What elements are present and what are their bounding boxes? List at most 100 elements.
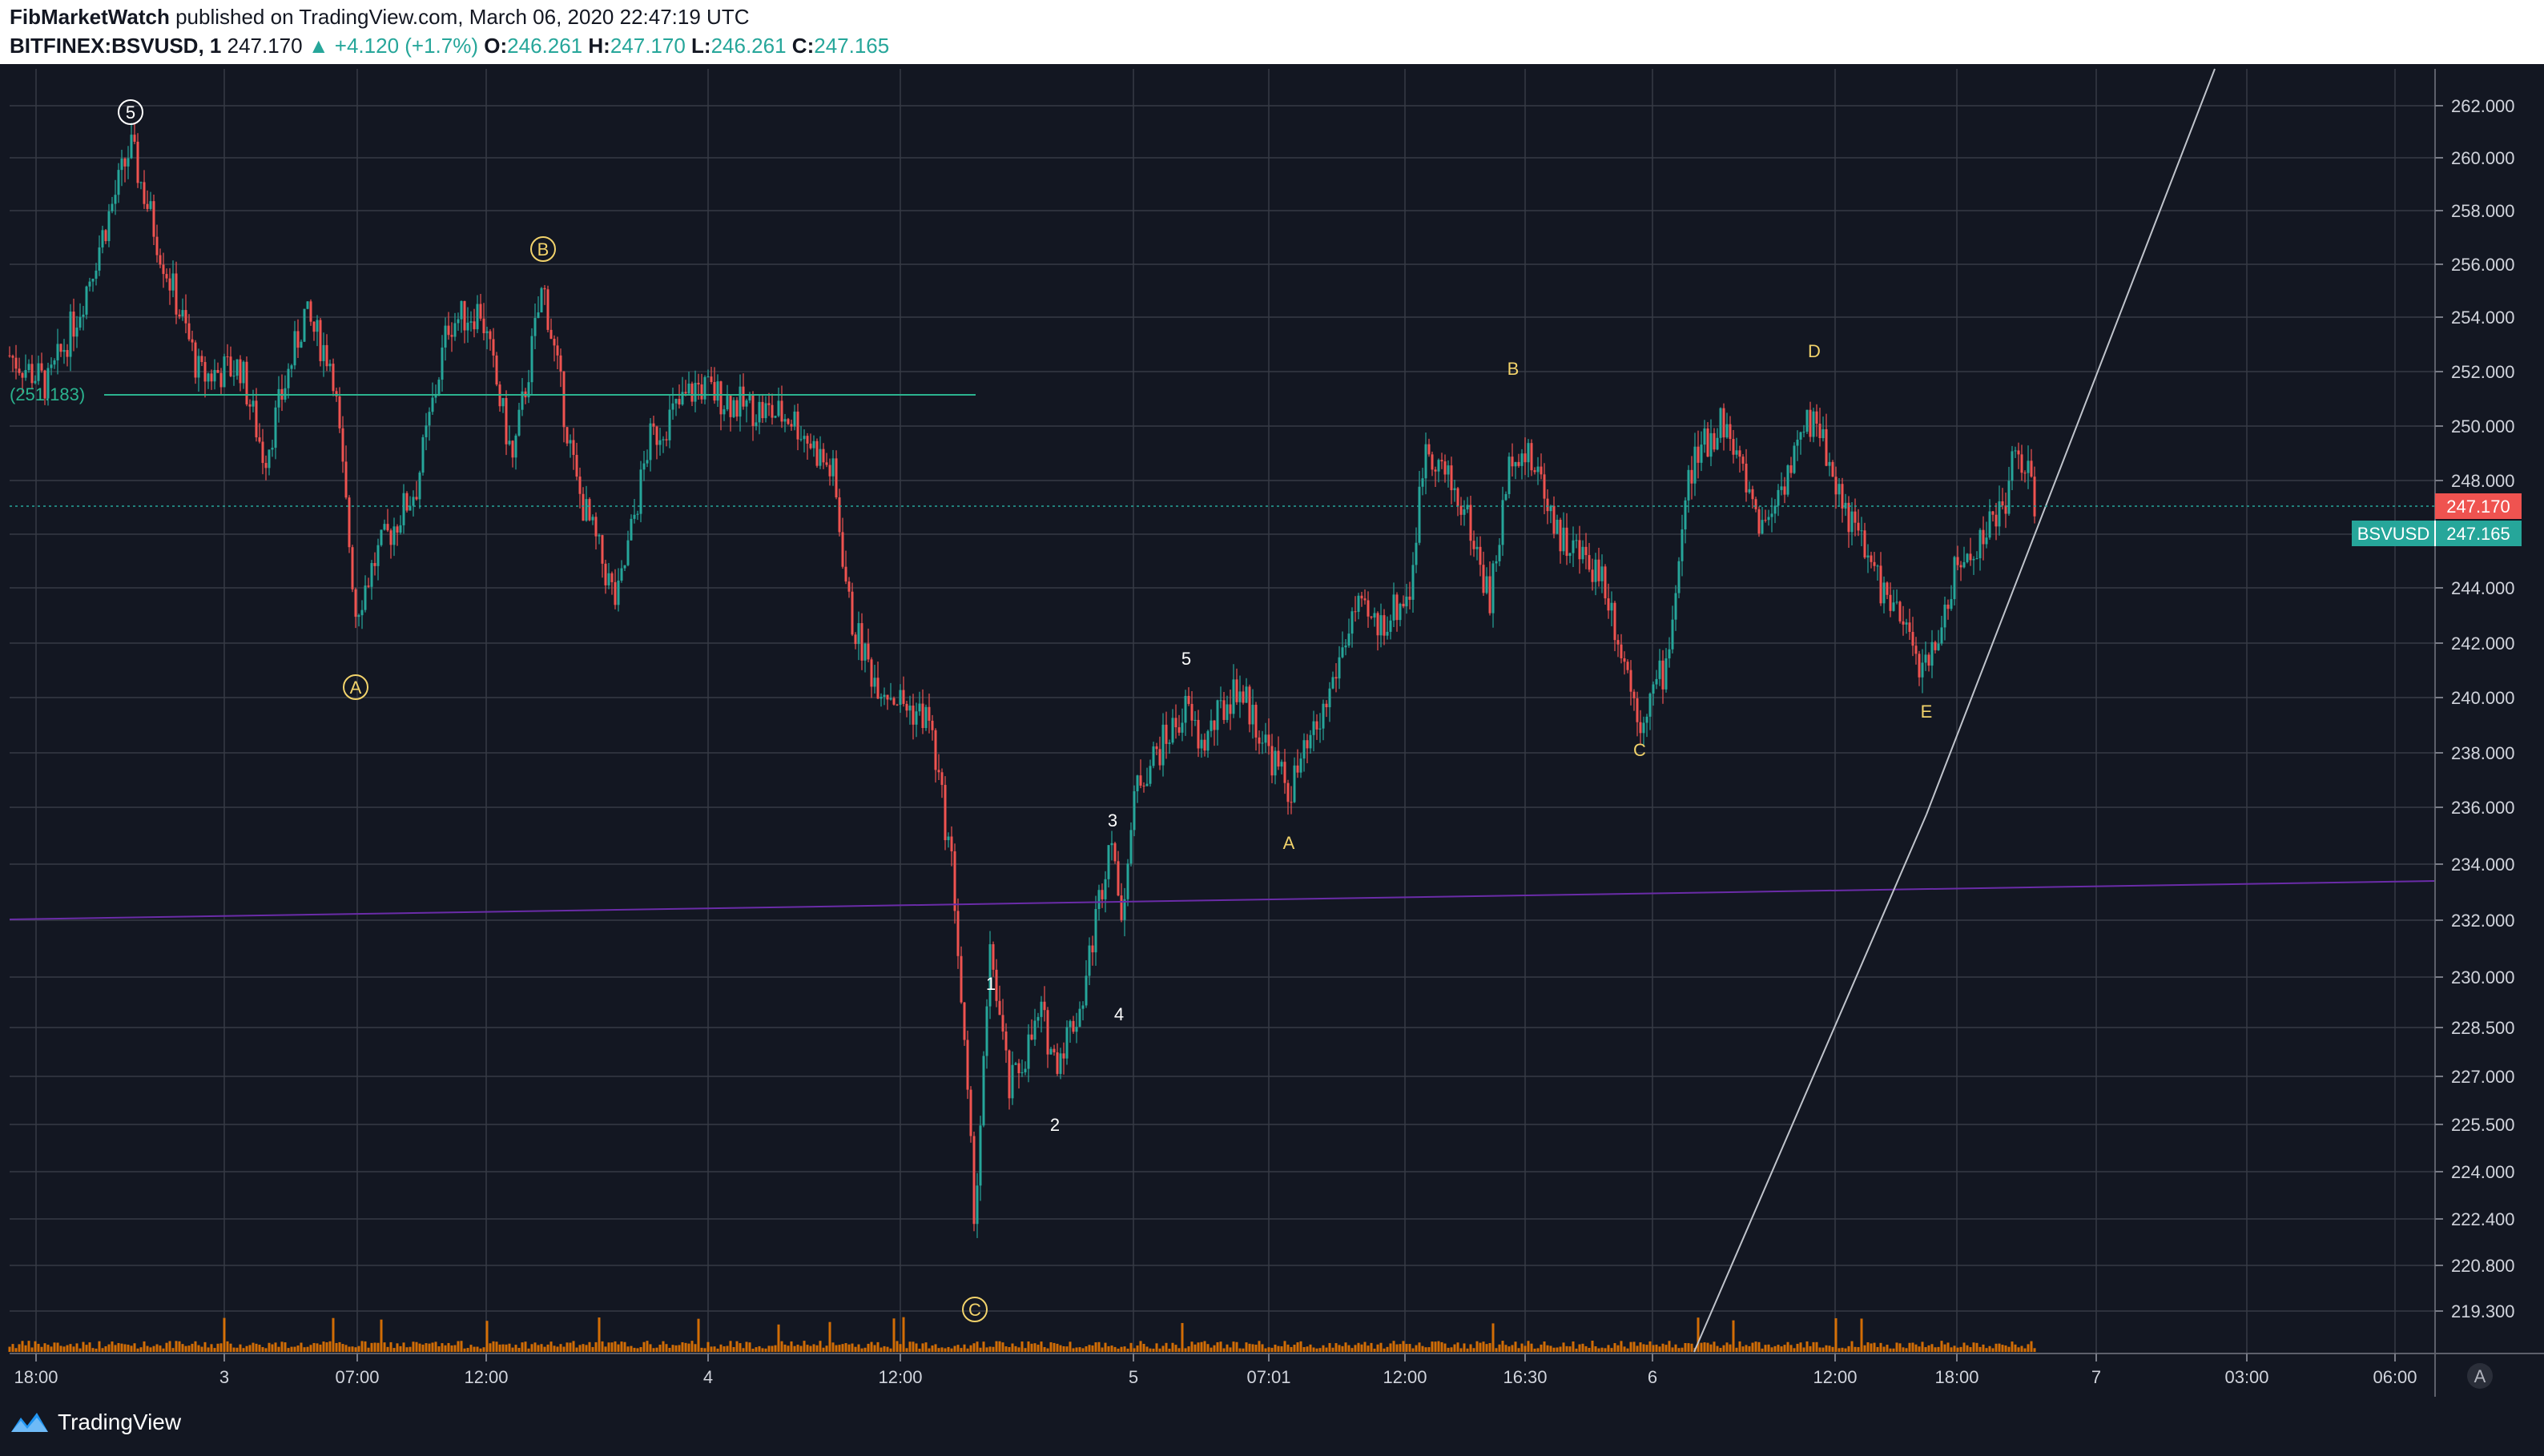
- candle-body: [1616, 640, 1620, 645]
- volume-bar: [277, 1346, 280, 1352]
- volume-bar: [1011, 1343, 1014, 1352]
- volume-bar: [50, 1346, 53, 1352]
- volume-bar: [1399, 1344, 1402, 1352]
- volume-bar: [1101, 1347, 1104, 1352]
- volume-bar: [517, 1347, 521, 1352]
- candle-body: [1251, 704, 1254, 725]
- volume-bar: [607, 1342, 610, 1352]
- volume-bar: [1895, 1342, 1898, 1352]
- candle-body: [203, 362, 207, 382]
- volume-bar: [1533, 1348, 1536, 1352]
- wave-label-circled-C: C: [962, 1297, 988, 1322]
- volume-bar: [537, 1345, 540, 1352]
- purple-horizontal-ray[interactable]: [9, 880, 2436, 920]
- volume-bar: [1556, 1347, 1559, 1352]
- price-chart[interactable]: (251.183) 5 A B C 1 2 3 4 5 A B C D E 26…: [0, 64, 2544, 1410]
- candle-body: [1482, 565, 1485, 593]
- symbol-label[interactable]: BITFINEX:BSVUSD, 1: [10, 34, 221, 58]
- price-tick-label: 262.000: [2451, 96, 2515, 116]
- candle-body: [1194, 719, 1197, 721]
- volume-bar: [1097, 1341, 1101, 1352]
- volume-bar: [1434, 1341, 1437, 1352]
- volume-bar: [639, 1346, 642, 1352]
- candle-body: [1181, 722, 1184, 733]
- candle-body: [1985, 537, 1988, 545]
- candle-body: [1408, 596, 1411, 600]
- candle-body: [300, 341, 303, 348]
- volume-bar: [1104, 1342, 1107, 1352]
- volume-bar: [1206, 1344, 1210, 1352]
- candle-body: [1033, 1020, 1037, 1040]
- candle-body: [1956, 557, 1959, 565]
- candle-body: [1745, 463, 1748, 493]
- volume-bar: [40, 1346, 43, 1352]
- volume-bar: [1652, 1345, 1655, 1352]
- volume-bar: [1546, 1345, 1549, 1352]
- price-tick-label: 250.000: [2451, 416, 2515, 436]
- volume-bar: [703, 1348, 706, 1352]
- price-tick-label: 222.400: [2451, 1209, 2515, 1229]
- candle-body: [143, 182, 146, 204]
- volume-bar: [412, 1341, 415, 1352]
- volume-bar: [992, 1346, 995, 1352]
- volume-bar: [1604, 1348, 1607, 1352]
- volume-bar: [1027, 1341, 1030, 1352]
- candle-body: [383, 524, 386, 530]
- candle-body: [444, 325, 447, 348]
- candle-body: [1565, 527, 1568, 557]
- candle-body: [937, 770, 940, 773]
- volume-bar: [1841, 1347, 1844, 1352]
- time-axis[interactable]: 18:00 3 07:00 12:00 4 12:00 5 07:01 12:00 16:30 6 1…: [14, 1353, 2417, 1387]
- tradingview-logo[interactable]: TradingView: [10, 1410, 181, 1435]
- candle-body: [431, 397, 434, 412]
- trend-line-upper[interactable]: [1926, 68, 2216, 815]
- candle-body: [953, 851, 956, 911]
- candle-body: [1347, 633, 1350, 646]
- candle-body: [1354, 611, 1357, 613]
- candle-body: [1081, 1005, 1085, 1009]
- candle-body: [1485, 576, 1488, 593]
- volume-bar: [91, 1348, 95, 1352]
- price-tick-label: 227.000: [2451, 1067, 2515, 1087]
- candle-body: [1594, 559, 1597, 582]
- volume-bar: [944, 1348, 947, 1352]
- trend-line-lower[interactable]: [1693, 814, 1927, 1353]
- candlestick-series[interactable]: [8, 123, 2036, 1238]
- candle-body: [652, 423, 655, 427]
- candle-body: [793, 411, 796, 427]
- volume-bar: [662, 1341, 665, 1352]
- candle-body: [1488, 576, 1491, 613]
- volume-bar: [521, 1342, 524, 1352]
- volume-bar: [732, 1346, 735, 1352]
- candle-body: [1004, 1031, 1008, 1051]
- volume-bar: [783, 1344, 787, 1352]
- price-axis[interactable]: 262.000 260.000 258.000 256.000 254.000 252.0…: [2435, 96, 2515, 1321]
- time-tick-label: 03:00: [2224, 1367, 2268, 1387]
- candle-body: [956, 911, 960, 956]
- auto-scale-button[interactable]: A: [2467, 1363, 2493, 1389]
- candle-body: [735, 400, 739, 417]
- candle-body: [562, 371, 566, 428]
- candle-body: [492, 339, 495, 356]
- candle-body: [1863, 530, 1866, 558]
- candle-body: [598, 535, 601, 537]
- volume-bar: [1940, 1341, 1943, 1352]
- volume-bar: [1988, 1345, 1991, 1352]
- volume-bar: [1959, 1346, 1962, 1352]
- volume-bar: [1886, 1345, 1889, 1352]
- volume-bar: [838, 1345, 841, 1352]
- volume-bar: [303, 1347, 306, 1352]
- volume-bar: [748, 1342, 751, 1352]
- volume-bar: [1854, 1346, 1857, 1352]
- volume-bar: [271, 1344, 274, 1352]
- volume-bar: [1049, 1341, 1053, 1352]
- volume-bar: [806, 1345, 809, 1352]
- volume-bar: [1709, 1344, 1713, 1352]
- candle-body: [2007, 481, 2011, 514]
- open-value: 246.261: [507, 34, 583, 58]
- author-name[interactable]: FibMarketWatch: [10, 5, 170, 29]
- high-value: 247.170: [610, 34, 686, 58]
- volume-bar: [1411, 1348, 1415, 1352]
- volume-bar: [575, 1347, 578, 1352]
- candle-body: [389, 530, 392, 545]
